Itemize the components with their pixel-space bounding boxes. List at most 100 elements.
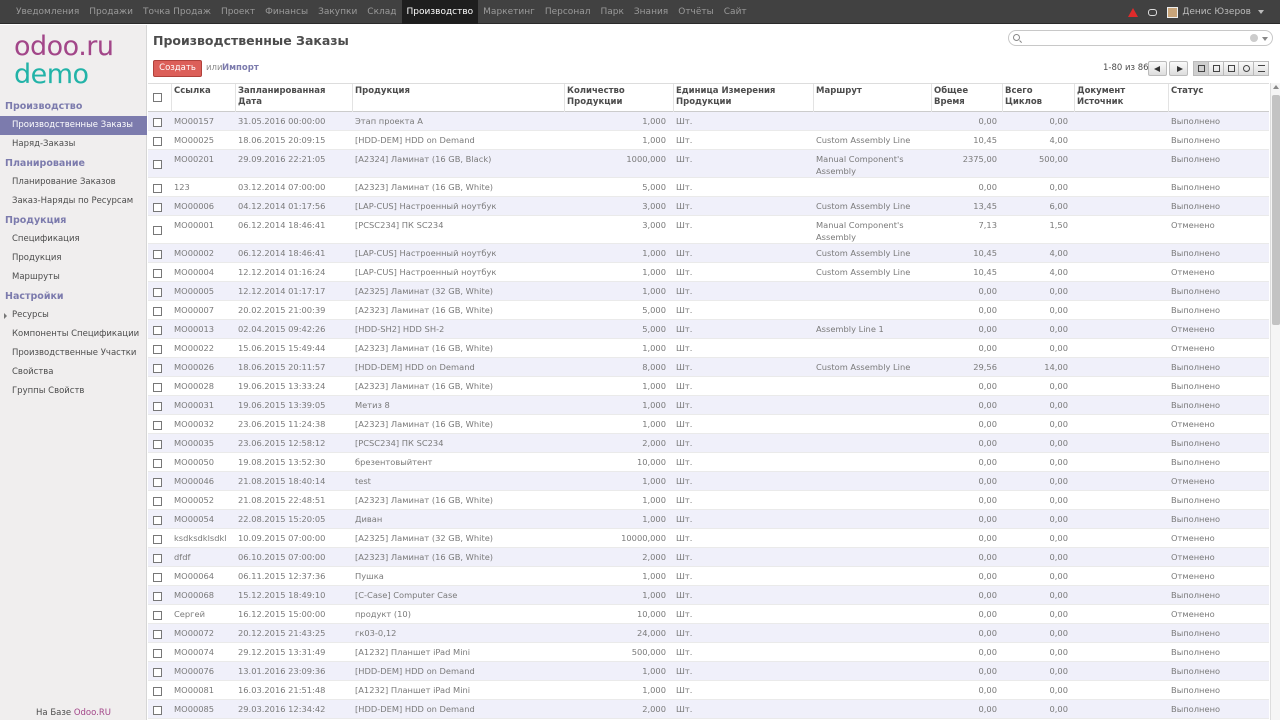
sidebar-item[interactable]: Производственные Заказы [0, 116, 147, 135]
sidebar-item[interactable]: Планирование Заказов [0, 173, 147, 192]
top-menu-item[interactable]: Закупки [313, 0, 362, 24]
user-menu[interactable]: Денис Юзеров [1167, 6, 1264, 18]
top-menu-item[interactable]: Точка Продаж [138, 0, 216, 24]
table-row[interactable]: MO00081 16.03.2016 21:51:48 [A1232] Планше… [148, 681, 1269, 700]
row-checkbox[interactable] [153, 402, 162, 411]
row-checkbox[interactable] [153, 250, 162, 259]
sidebar-item[interactable]: Наряд-Заказы [0, 135, 147, 154]
row-checkbox[interactable] [153, 516, 162, 525]
column-header[interactable]: Единица Измерения Продукции [676, 86, 812, 108]
row-checkbox[interactable] [153, 118, 162, 127]
row-checkbox[interactable] [153, 573, 162, 582]
table-row[interactable]: MO00035 23.06.2015 12:58:12 [PCSC234] ПК S… [148, 434, 1269, 453]
table-row[interactable]: MO00026 18.06.2015 20:11:57 [HDD-DEM] HDD … [148, 358, 1269, 377]
list-view-button[interactable] [1193, 61, 1209, 76]
row-checkbox[interactable] [153, 288, 162, 297]
row-checkbox[interactable] [153, 687, 162, 696]
table-row[interactable]: MO00025 18.06.2015 20:09:15 [HDD-DEM] HDD … [148, 131, 1269, 150]
table-row[interactable]: MO00050 19.08.2015 13:52:30 брезентовыйтен… [148, 453, 1269, 472]
table-row[interactable]: MO00022 15.06.2015 15:49:44 [A2323] Ламина… [148, 339, 1269, 358]
sidebar-item[interactable]: Заказ-Наряды по Ресурсам [0, 192, 147, 211]
table-row[interactable]: MO00007 20.02.2015 21:00:39 [A2323] Ламина… [148, 301, 1269, 320]
sidebar-item[interactable]: Компоненты Спецификации [0, 325, 147, 344]
row-checkbox[interactable] [153, 307, 162, 316]
row-checkbox[interactable] [153, 535, 162, 544]
row-checkbox[interactable] [153, 459, 162, 468]
sidebar-item[interactable]: Группы Свойств [0, 382, 147, 401]
row-checkbox[interactable] [153, 226, 162, 235]
table-row[interactable]: MO00028 19.06.2015 13:33:24 [A2323] Ламина… [148, 377, 1269, 396]
sidebar-item[interactable]: Маршруты [0, 268, 147, 287]
row-checkbox[interactable] [153, 630, 162, 639]
row-checkbox[interactable] [153, 421, 162, 430]
table-row[interactable]: MO00046 21.08.2015 18:40:14 test 1,000 Шт. 0,… [148, 472, 1269, 491]
select-all-checkbox[interactable] [153, 93, 162, 102]
table-row[interactable]: MO00052 21.08.2015 22:48:51 [A2323] Ламина… [148, 491, 1269, 510]
row-checkbox[interactable] [153, 497, 162, 506]
table-row[interactable]: MO00076 13.01.2016 23:09:36 [HDD-DEM] HDD … [148, 662, 1269, 681]
column-header[interactable]: Общее Время [934, 86, 1000, 108]
pager-prev-button[interactable] [1148, 61, 1167, 76]
row-checkbox[interactable] [153, 383, 162, 392]
table-row[interactable]: MO00074 29.12.2015 13:31:49 [A1232] Планше… [148, 643, 1269, 662]
sidebar-item[interactable]: Производственные Участки [0, 344, 147, 363]
column-header[interactable]: Статус [1171, 86, 1251, 97]
column-header[interactable]: Ссылка [174, 86, 234, 97]
row-checkbox[interactable] [153, 269, 162, 278]
row-checkbox[interactable] [153, 160, 162, 169]
table-row[interactable]: MO00157 31.05.2016 00:00:00 Этап проекта A… [148, 112, 1269, 131]
search-dropdown-icon[interactable] [1262, 37, 1268, 41]
form-view-button[interactable] [1208, 61, 1224, 76]
row-checkbox[interactable] [153, 611, 162, 620]
row-checkbox[interactable] [153, 554, 162, 563]
scrollbar-thumb[interactable] [1272, 95, 1280, 325]
row-checkbox[interactable] [153, 345, 162, 354]
top-menu-item[interactable]: Производство [401, 0, 479, 24]
table-row[interactable]: MO00072 20.12.2015 21:43:25 гк03-0,12 24,00… [148, 624, 1269, 643]
sidebar-item[interactable]: Свойства [0, 363, 147, 382]
row-checkbox[interactable] [153, 592, 162, 601]
pager-text[interactable]: 1-80 из 86 [1103, 63, 1149, 73]
gantt-view-button[interactable] [1253, 61, 1269, 76]
table-row[interactable]: MO00064 06.11.2015 12:37:36 Пушка 1,000 Шт. 0… [148, 567, 1269, 586]
top-menu-item[interactable]: Проект [216, 0, 260, 24]
row-checkbox[interactable] [153, 203, 162, 212]
top-menu-item[interactable]: Знания [629, 0, 673, 24]
table-row[interactable]: MO00006 04.12.2014 01:17:56 [LAP-CUS] Наст… [148, 197, 1269, 216]
search-input[interactable] [1008, 30, 1273, 46]
scrollbar[interactable] [1270, 83, 1280, 720]
table-row[interactable]: MO00201 29.09.2016 22:21:05 [A2324] Ламина… [148, 150, 1269, 178]
table-row[interactable]: MO00068 15.12.2015 18:49:10 [C-Case] Compu… [148, 586, 1269, 605]
top-menu-item[interactable]: Уведомления [11, 0, 84, 24]
table-row[interactable]: MO00005 12.12.2014 01:17:17 [A2325] Ламина… [148, 282, 1269, 301]
column-header[interactable]: Маршрут [816, 86, 930, 97]
row-checkbox[interactable] [153, 668, 162, 677]
calendar-view-button[interactable] [1223, 61, 1239, 76]
top-menu-item[interactable]: Склад [362, 0, 401, 24]
alert-icon[interactable] [1128, 7, 1139, 17]
column-header[interactable]: Продукция [355, 86, 563, 97]
logo[interactable]: odoo.ru demo [14, 33, 114, 89]
top-menu-item[interactable]: Финансы [260, 0, 313, 24]
row-checkbox[interactable] [153, 649, 162, 658]
table-row[interactable]: MO00085 29.03.2016 12:34:42 [HDD-DEM] HDD … [148, 700, 1269, 719]
top-menu-item[interactable]: Маркетинг [478, 0, 540, 24]
clear-icon[interactable] [1250, 34, 1258, 42]
row-checkbox[interactable] [153, 326, 162, 335]
sidebar-item[interactable]: Продукция [0, 249, 147, 268]
table-row[interactable]: MO00004 12.12.2014 01:16:24 [LAP-CUS] Наст… [148, 263, 1269, 282]
table-row[interactable]: MO00032 23.06.2015 11:24:38 [A2323] Ламина… [148, 415, 1269, 434]
table-row[interactable]: MO00002 06.12.2014 18:46:41 [LAP-CUS] Наст… [148, 244, 1269, 263]
import-link[interactable]: Импорт [222, 63, 259, 73]
top-menu-item[interactable]: Отчёты [673, 0, 719, 24]
column-header[interactable]: Количество Продукции [567, 86, 669, 108]
row-checkbox[interactable] [153, 184, 162, 193]
footer-brand-link[interactable]: Odoo.RU [74, 708, 111, 718]
table-row[interactable]: MO00054 22.08.2015 15:20:05 Диван 1,000 Шт. 0… [148, 510, 1269, 529]
row-checkbox[interactable] [153, 706, 162, 715]
top-menu-item[interactable]: Продажи [84, 0, 138, 24]
row-checkbox[interactable] [153, 364, 162, 373]
column-header[interactable]: Запланированная Дата [238, 86, 350, 108]
pager-next-button[interactable] [1169, 61, 1188, 76]
table-row[interactable]: ksdksdklsdkl 10.09.2015 07:00:00 [A2325] Л… [148, 529, 1269, 548]
